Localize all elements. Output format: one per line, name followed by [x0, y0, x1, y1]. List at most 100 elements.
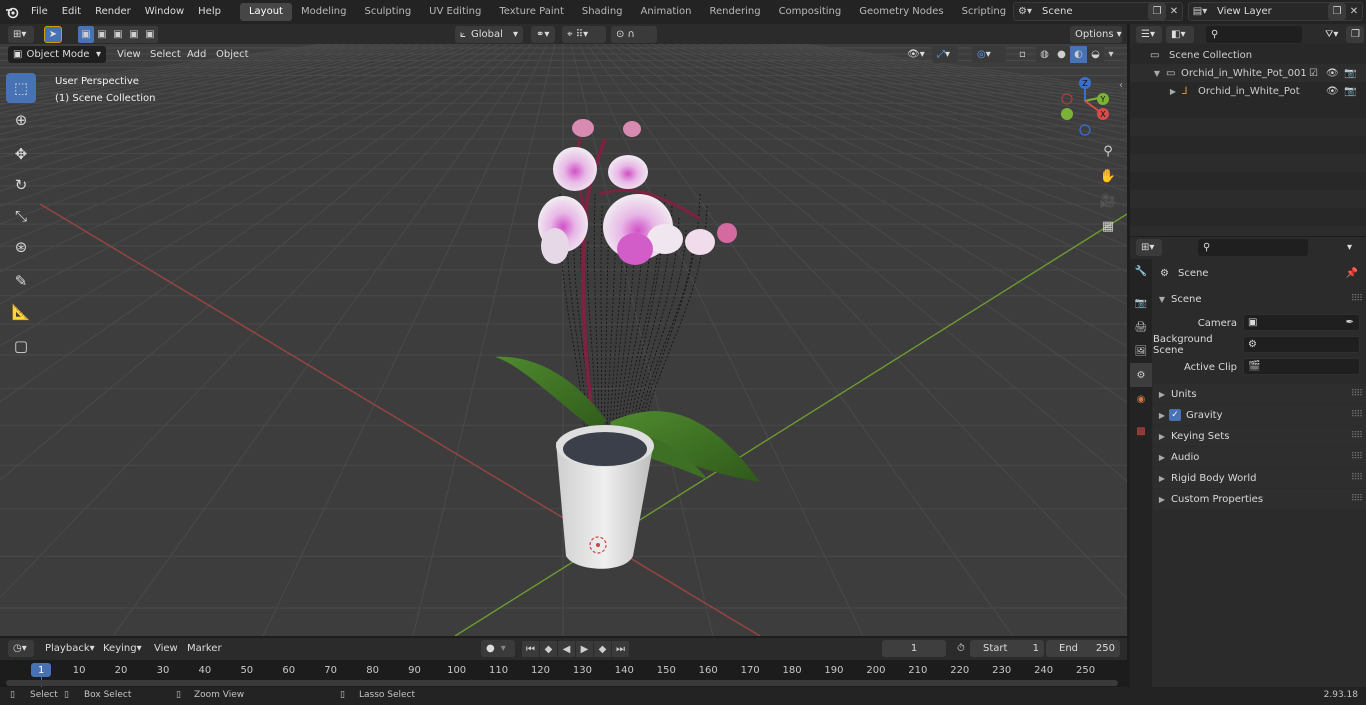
view-layer-tab-icon[interactable]: 🖼 — [1130, 339, 1152, 363]
drag-handle-icon[interactable]: ⠿⠿ — [1351, 473, 1363, 483]
tool-tab-icon[interactable]: 🔧 — [1130, 259, 1152, 283]
gizmo-toggle-icon[interactable]: ⤢ ▾ — [932, 46, 958, 63]
timeline-editor-type-icon[interactable]: ◷▾ — [8, 640, 34, 657]
expand-arrow-icon[interactable]: ▶ — [1157, 411, 1167, 420]
select-subtract-icon[interactable]: ▣ — [110, 26, 126, 43]
eye-icon[interactable]: 👁 — [1326, 86, 1339, 97]
editor-type-button[interactable]: ⊞▾ — [8, 26, 34, 43]
new-scene-icon[interactable]: ❐ — [1148, 3, 1166, 20]
active-clip-field[interactable]: 🎬 — [1243, 358, 1360, 375]
outliner-editor-type-icon[interactable]: ☰▾ — [1136, 26, 1162, 43]
close-scene-icon[interactable]: ✕ — [1166, 6, 1182, 17]
menu-render[interactable]: Render — [88, 0, 138, 24]
zoom-icon[interactable]: ⚲ — [1097, 140, 1119, 162]
prev-keyframe-icon[interactable]: ◆ — [540, 641, 557, 657]
section-units[interactable]: ▶ Units ⠿⠿ — [1153, 384, 1366, 404]
viewport-menu-add[interactable]: Add — [187, 46, 206, 63]
drag-handle-icon[interactable]: ⠿⠿ — [1351, 389, 1363, 399]
expand-arrow-icon[interactable]: ▶ — [1157, 432, 1167, 441]
select-intersect-icon[interactable]: ▣ — [142, 26, 158, 43]
outliner-row-object[interactable]: ▶ ⅃ Orchid_in_White_Pot 👁 📷 — [1130, 82, 1366, 100]
properties-options-icon[interactable]: ▾ — [1342, 239, 1362, 256]
menu-help[interactable]: Help — [191, 0, 228, 24]
properties-search-input[interactable]: ⚲ — [1198, 239, 1308, 256]
drag-handle-icon[interactable]: ⠿⠿ — [1351, 431, 1363, 441]
transform-icon[interactable]: ⊛ — [6, 232, 36, 262]
expand-arrow-icon[interactable]: ▶ — [1168, 87, 1178, 96]
section-rigid-body-world[interactable]: ▶ Rigid Body World ⠿⠿ — [1153, 468, 1366, 488]
rotate-icon[interactable]: ↻ — [6, 170, 36, 200]
ortho-grid-icon[interactable]: ▦ — [1097, 215, 1119, 237]
view-layer-selector[interactable]: ▤▾ View Layer ❐ ✕ — [1188, 2, 1363, 21]
menu-edit[interactable]: Edit — [55, 0, 88, 24]
xray-icon[interactable]: ▫ — [1014, 46, 1030, 63]
shading-options-icon[interactable]: ▾ — [1104, 46, 1118, 63]
section-gravity[interactable]: ▶ ✓ Gravity ⠿⠿ — [1153, 405, 1366, 425]
jump-end-icon[interactable]: ⏭ — [612, 641, 629, 657]
new-collection-icon[interactable]: ❐ — [1346, 26, 1364, 43]
timeline-ruler[interactable]: 1 10 20 30 40 50 60 70 80 90 100 110 120 130 140 150 160… — [0, 660, 1127, 687]
3d-viewport[interactable]: ⬚ ⊕ ✥ ↻ ⤡ ⊛ ✎ 📐 ▢ User Perspective (1) S… — [0, 44, 1127, 636]
tab-animation[interactable]: Animation — [632, 3, 701, 21]
blender-logo-icon[interactable] — [0, 0, 24, 24]
viewport-menu-object[interactable]: Object — [216, 46, 249, 63]
current-frame-field[interactable]: 1 — [882, 640, 946, 657]
viewport-menu-select[interactable]: Select — [150, 46, 181, 63]
active-tool-icon[interactable]: ➤ — [44, 26, 62, 43]
camera-field[interactable]: ▣ ✒ — [1243, 314, 1360, 331]
add-cube-icon[interactable]: ▢ — [6, 331, 36, 361]
outliner-row-collection[interactable]: ▼ ▭ Orchid_in_White_Pot_001 ☑ 👁 📷 — [1130, 64, 1366, 82]
output-tab-icon[interactable]: 🖨 — [1130, 315, 1152, 339]
jump-start-icon[interactable]: ⏮ — [522, 641, 539, 657]
keying-dropdown[interactable]: Keying ▾ — [98, 640, 146, 657]
camera-view-icon[interactable]: 🎥 — [1097, 190, 1119, 212]
pan-hand-icon[interactable]: ✋ — [1097, 165, 1119, 187]
select-extend-icon[interactable]: ▣ — [94, 26, 110, 43]
section-keying-sets[interactable]: ▶ Keying Sets ⠿⠿ — [1153, 426, 1366, 446]
tab-rendering[interactable]: Rendering — [700, 3, 769, 21]
timeline-menu-marker[interactable]: Marker — [187, 640, 222, 657]
collapse-arrow-icon[interactable]: ▼ — [1157, 295, 1167, 304]
tab-texture-paint[interactable]: Texture Paint — [490, 3, 573, 21]
exclude-checkbox-icon[interactable]: ☑ — [1309, 68, 1318, 79]
orchid-model[interactable] — [0, 44, 1127, 636]
move-icon[interactable]: ✥ — [6, 139, 36, 169]
timeline-scrollbar[interactable] — [6, 680, 1118, 686]
drag-handle-icon[interactable]: ⠿⠿ — [1351, 494, 1363, 504]
tab-shading[interactable]: Shading — [573, 3, 632, 21]
navigation-gizmo[interactable]: Z Y X — [1055, 74, 1115, 136]
overlays-toggle-icon[interactable]: ◎ ▾ — [972, 46, 1006, 63]
material-preview-icon[interactable]: ◐ — [1070, 46, 1087, 63]
drag-handle-icon[interactable]: ⠿⠿ — [1351, 294, 1363, 304]
annotate-icon[interactable]: ✎ — [6, 266, 36, 296]
snapping-button[interactable]: ⌖ ⠿▾ — [562, 26, 606, 43]
play-icon[interactable]: ▶ — [576, 641, 593, 657]
properties-editor-type-icon[interactable]: ⊞▾ — [1136, 239, 1162, 256]
tab-sculpting[interactable]: Sculpting — [355, 3, 420, 21]
eyedropper-icon[interactable]: ✒ — [1346, 317, 1354, 328]
viewport-menu-view[interactable]: View — [117, 46, 141, 63]
proportional-editing-button[interactable]: ⊙ ∩ — [611, 26, 657, 43]
transform-orientation-dropdown[interactable]: ⟀ Global ▾ — [455, 26, 523, 43]
play-reverse-icon[interactable]: ◀ — [558, 641, 575, 657]
gravity-checkbox[interactable]: ✓ — [1169, 409, 1181, 421]
scale-icon[interactable]: ⤡ — [6, 201, 36, 231]
expand-arrow-icon[interactable]: ▼ — [1152, 69, 1162, 78]
tab-layout[interactable]: Layout — [239, 3, 292, 21]
eye-icon[interactable]: 👁 — [1326, 68, 1339, 79]
expand-arrow-icon[interactable]: ▶ — [1157, 495, 1167, 504]
tab-scripting[interactable]: Scripting — [953, 3, 1015, 21]
timeline-menu-view[interactable]: View — [154, 640, 178, 657]
cursor-icon[interactable]: ⊕ — [6, 105, 36, 135]
section-custom-properties[interactable]: ▶ Custom Properties ⠿⠿ — [1153, 489, 1366, 509]
playback-dropdown[interactable]: Playback ▾ — [40, 640, 96, 657]
end-frame-field[interactable]: End 250 — [1046, 640, 1120, 657]
outliner-row-scene-collection[interactable]: ▭ Scene Collection — [1130, 46, 1366, 64]
section-audio[interactable]: ▶ Audio ⠿⠿ — [1153, 447, 1366, 467]
pin-icon[interactable]: 📌 — [1346, 268, 1358, 279]
scene-selector[interactable]: ⚙▾ Scene ❐ ✕ — [1013, 2, 1183, 21]
render-tab-icon[interactable]: 📷 — [1130, 291, 1152, 315]
expand-arrow-icon[interactable]: ▶ — [1157, 453, 1167, 462]
tab-geometry-nodes[interactable]: Geometry Nodes — [850, 3, 952, 21]
new-view-layer-icon[interactable]: ❐ — [1328, 3, 1346, 20]
